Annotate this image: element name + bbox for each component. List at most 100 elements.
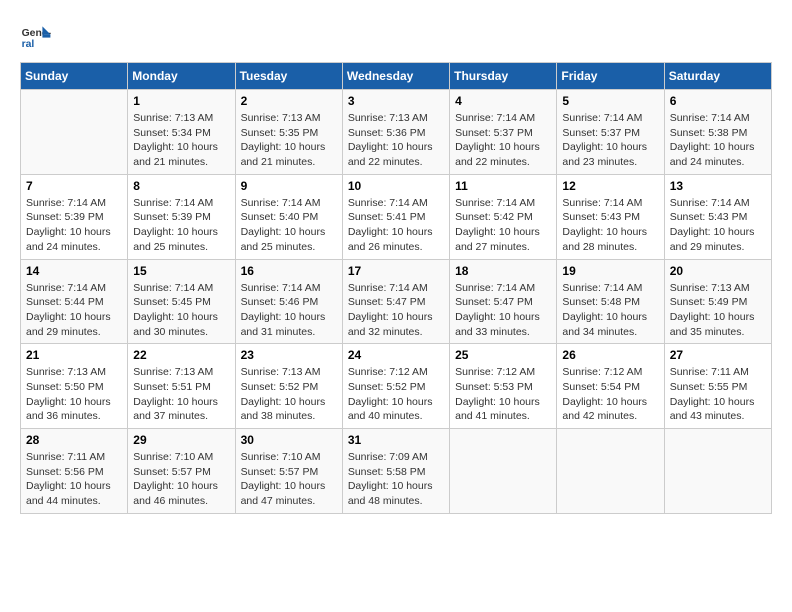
- weekday-header-tuesday: Tuesday: [235, 63, 342, 90]
- day-info: Sunrise: 7:14 AM Sunset: 5:45 PM Dayligh…: [133, 281, 229, 340]
- day-number: 10: [348, 179, 444, 193]
- day-info: Sunrise: 7:12 AM Sunset: 5:53 PM Dayligh…: [455, 365, 551, 424]
- calendar-cell: 23 Sunrise: 7:13 AM Sunset: 5:52 PM Dayli…: [235, 344, 342, 429]
- day-info: Sunrise: 7:14 AM Sunset: 5:48 PM Dayligh…: [562, 281, 658, 340]
- day-info: Sunrise: 7:12 AM Sunset: 5:54 PM Dayligh…: [562, 365, 658, 424]
- day-info: Sunrise: 7:13 AM Sunset: 5:34 PM Dayligh…: [133, 111, 229, 170]
- day-info: Sunrise: 7:14 AM Sunset: 5:41 PM Dayligh…: [348, 196, 444, 255]
- day-info: Sunrise: 7:11 AM Sunset: 5:55 PM Dayligh…: [670, 365, 766, 424]
- day-info: Sunrise: 7:13 AM Sunset: 5:49 PM Dayligh…: [670, 281, 766, 340]
- calendar-cell: 11 Sunrise: 7:14 AM Sunset: 5:42 PM Dayli…: [450, 174, 557, 259]
- page-header: Gene- ral: [20, 20, 772, 52]
- calendar-cell: 6Sunrise: 7:14 AM Sunset: 5:38 PM Daylig…: [664, 90, 771, 175]
- calendar-cell: 9 Sunrise: 7:14 AM Sunset: 5:40 PM Daylig…: [235, 174, 342, 259]
- calendar-week-5: 28Sunrise: 7:11 AM Sunset: 5:56 PM Dayli…: [21, 429, 772, 514]
- day-info: Sunrise: 7:14 AM Sunset: 5:39 PM Dayligh…: [133, 196, 229, 255]
- day-number: 30: [241, 433, 337, 447]
- calendar-header: SundayMondayTuesdayWednesdayThursdayFrid…: [21, 63, 772, 90]
- day-number: 14: [26, 264, 122, 278]
- day-info: Sunrise: 7:14 AM Sunset: 5:43 PM Dayligh…: [562, 196, 658, 255]
- day-info: Sunrise: 7:14 AM Sunset: 5:47 PM Dayligh…: [348, 281, 444, 340]
- day-number: 24: [348, 348, 444, 362]
- day-number: 18: [455, 264, 551, 278]
- day-number: 17: [348, 264, 444, 278]
- day-number: 15: [133, 264, 229, 278]
- day-info: Sunrise: 7:14 AM Sunset: 5:43 PM Dayligh…: [670, 196, 766, 255]
- weekday-header-row: SundayMondayTuesdayWednesdayThursdayFrid…: [21, 63, 772, 90]
- calendar-cell: 28Sunrise: 7:11 AM Sunset: 5:56 PM Dayli…: [21, 429, 128, 514]
- day-info: Sunrise: 7:12 AM Sunset: 5:52 PM Dayligh…: [348, 365, 444, 424]
- calendar-cell: [557, 429, 664, 514]
- day-info: Sunrise: 7:09 AM Sunset: 5:58 PM Dayligh…: [348, 450, 444, 509]
- calendar-cell: 31 Sunrise: 7:09 AM Sunset: 5:58 PM Dayli…: [342, 429, 449, 514]
- day-number: 2: [241, 94, 337, 108]
- calendar-cell: 8Sunrise: 7:14 AM Sunset: 5:39 PM Daylig…: [128, 174, 235, 259]
- day-number: 27: [670, 348, 766, 362]
- weekday-header-wednesday: Wednesday: [342, 63, 449, 90]
- day-number: 25: [455, 348, 551, 362]
- day-number: 11: [455, 179, 551, 193]
- day-number: 19: [562, 264, 658, 278]
- calendar-cell: 13 Sunrise: 7:14 AM Sunset: 5:43 PM Dayli…: [664, 174, 771, 259]
- day-number: 31: [348, 433, 444, 447]
- calendar-cell: 22 Sunrise: 7:13 AM Sunset: 5:51 PM Dayli…: [128, 344, 235, 429]
- calendar-cell: 29 Sunrise: 7:10 AM Sunset: 5:57 PM Dayli…: [128, 429, 235, 514]
- day-number: 12: [562, 179, 658, 193]
- logo: Gene- ral: [20, 20, 56, 52]
- day-info: Sunrise: 7:14 AM Sunset: 5:38 PM Dayligh…: [670, 111, 766, 170]
- day-number: 3: [348, 94, 444, 108]
- day-info: Sunrise: 7:13 AM Sunset: 5:52 PM Dayligh…: [241, 365, 337, 424]
- day-number: 4: [455, 94, 551, 108]
- day-number: 16: [241, 264, 337, 278]
- day-info: Sunrise: 7:13 AM Sunset: 5:36 PM Dayligh…: [348, 111, 444, 170]
- weekday-header-monday: Monday: [128, 63, 235, 90]
- calendar-cell: 17 Sunrise: 7:14 AM Sunset: 5:47 PM Dayli…: [342, 259, 449, 344]
- calendar-week-3: 14 Sunrise: 7:14 AM Sunset: 5:44 PM Dayli…: [21, 259, 772, 344]
- weekday-header-thursday: Thursday: [450, 63, 557, 90]
- calendar-cell: 26 Sunrise: 7:12 AM Sunset: 5:54 PM Dayli…: [557, 344, 664, 429]
- day-info: Sunrise: 7:13 AM Sunset: 5:50 PM Dayligh…: [26, 365, 122, 424]
- day-number: 28: [26, 433, 122, 447]
- calendar-cell: 1 Sunrise: 7:13 AM Sunset: 5:34 PM Daylig…: [128, 90, 235, 175]
- day-number: 22: [133, 348, 229, 362]
- calendar-week-2: 7 Sunrise: 7:14 AM Sunset: 5:39 PM Daylig…: [21, 174, 772, 259]
- calendar-cell: 2 Sunrise: 7:13 AM Sunset: 5:35 PM Daylig…: [235, 90, 342, 175]
- day-info: Sunrise: 7:14 AM Sunset: 5:37 PM Dayligh…: [455, 111, 551, 170]
- day-info: Sunrise: 7:14 AM Sunset: 5:42 PM Dayligh…: [455, 196, 551, 255]
- day-number: 5: [562, 94, 658, 108]
- day-info: Sunrise: 7:10 AM Sunset: 5:57 PM Dayligh…: [133, 450, 229, 509]
- calendar-cell: 12 Sunrise: 7:14 AM Sunset: 5:43 PM Dayli…: [557, 174, 664, 259]
- calendar-cell: 4 Sunrise: 7:14 AM Sunset: 5:37 PM Daylig…: [450, 90, 557, 175]
- day-number: 9: [241, 179, 337, 193]
- weekday-header-saturday: Saturday: [664, 63, 771, 90]
- day-number: 7: [26, 179, 122, 193]
- day-info: Sunrise: 7:14 AM Sunset: 5:46 PM Dayligh…: [241, 281, 337, 340]
- weekday-header-sunday: Sunday: [21, 63, 128, 90]
- weekday-header-friday: Friday: [557, 63, 664, 90]
- day-number: 13: [670, 179, 766, 193]
- day-info: Sunrise: 7:13 AM Sunset: 5:51 PM Dayligh…: [133, 365, 229, 424]
- day-info: Sunrise: 7:14 AM Sunset: 5:44 PM Dayligh…: [26, 281, 122, 340]
- calendar-cell: 30Sunrise: 7:10 AM Sunset: 5:57 PM Dayli…: [235, 429, 342, 514]
- day-number: 20: [670, 264, 766, 278]
- calendar-week-1: 1 Sunrise: 7:13 AM Sunset: 5:34 PM Daylig…: [21, 90, 772, 175]
- day-number: 29: [133, 433, 229, 447]
- calendar-cell: 24 Sunrise: 7:12 AM Sunset: 5:52 PM Dayli…: [342, 344, 449, 429]
- calendar-cell: 27 Sunrise: 7:11 AM Sunset: 5:55 PM Dayli…: [664, 344, 771, 429]
- calendar-week-4: 21Sunrise: 7:13 AM Sunset: 5:50 PM Dayli…: [21, 344, 772, 429]
- day-number: 1: [133, 94, 229, 108]
- calendar-cell: 20 Sunrise: 7:13 AM Sunset: 5:49 PM Dayli…: [664, 259, 771, 344]
- logo-icon: Gene- ral: [20, 20, 52, 52]
- svg-text:ral: ral: [22, 39, 35, 50]
- day-info: Sunrise: 7:14 AM Sunset: 5:40 PM Dayligh…: [241, 196, 337, 255]
- day-number: 26: [562, 348, 658, 362]
- day-info: Sunrise: 7:14 AM Sunset: 5:47 PM Dayligh…: [455, 281, 551, 340]
- calendar-cell: 18 Sunrise: 7:14 AM Sunset: 5:47 PM Dayli…: [450, 259, 557, 344]
- calendar-cell: 25 Sunrise: 7:12 AM Sunset: 5:53 PM Dayli…: [450, 344, 557, 429]
- day-number: 23: [241, 348, 337, 362]
- calendar-cell: [664, 429, 771, 514]
- calendar-cell: [450, 429, 557, 514]
- day-info: Sunrise: 7:13 AM Sunset: 5:35 PM Dayligh…: [241, 111, 337, 170]
- day-info: Sunrise: 7:14 AM Sunset: 5:39 PM Dayligh…: [26, 196, 122, 255]
- calendar-cell: 21Sunrise: 7:13 AM Sunset: 5:50 PM Dayli…: [21, 344, 128, 429]
